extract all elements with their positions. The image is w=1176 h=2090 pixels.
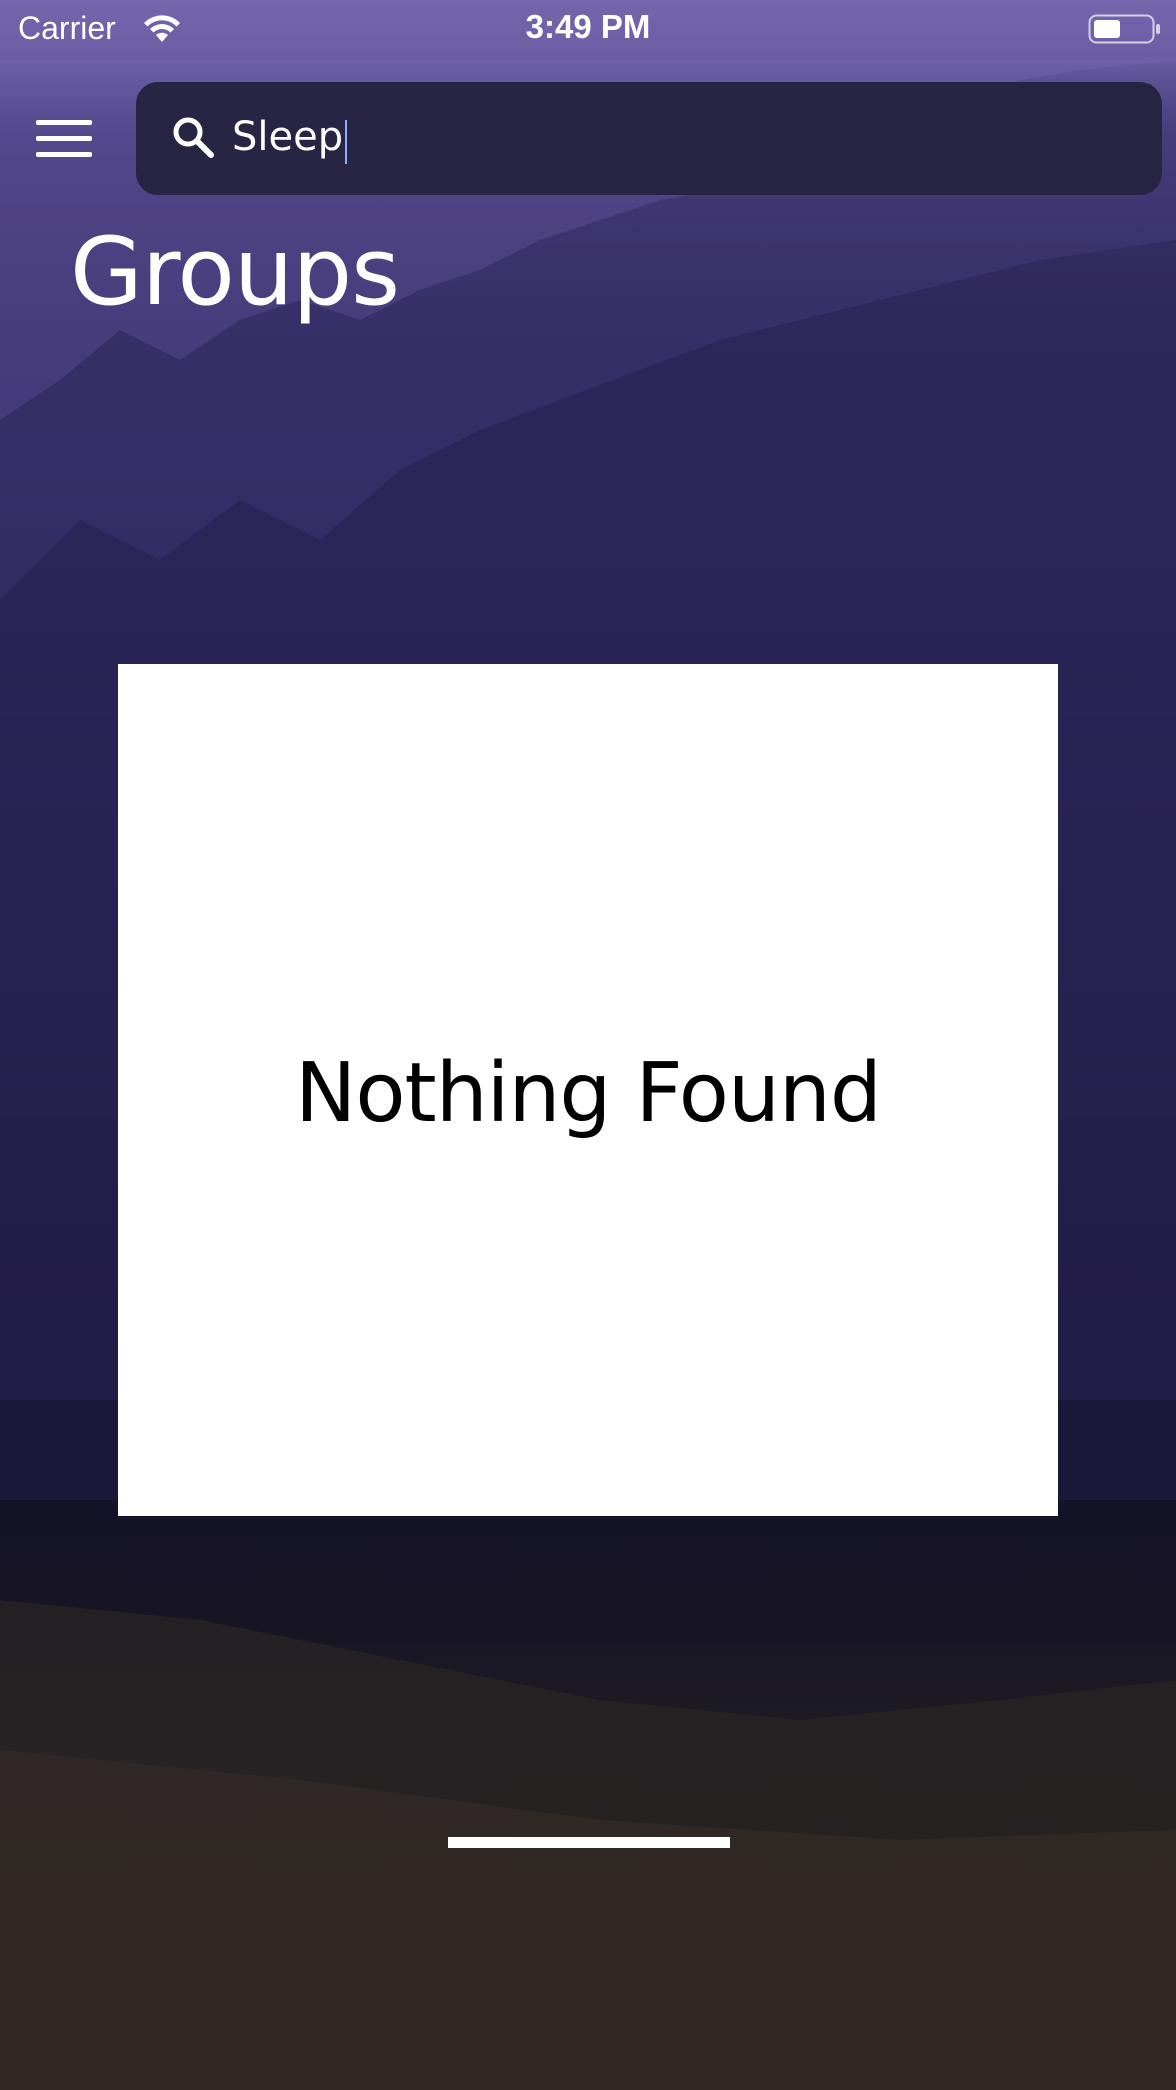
menu-line-middle [36,136,92,141]
status-bar: Carrier 3:49 PM [0,0,1176,60]
empty-results-message: Nothing Found [295,1046,882,1141]
menu-line-bottom [36,152,92,157]
page-title: Groups [70,218,400,327]
menu-line-top [36,120,92,125]
search-input[interactable] [232,104,1132,170]
hamburger-menu-button[interactable] [30,112,98,164]
battery-icon [1088,14,1160,44]
text-cursor [345,120,347,164]
status-time: 3:49 PM [525,8,651,45]
groups-screen: Carrier 3:49 PM Groups Nothing Found [0,0,1176,2090]
empty-results-card: Nothing Found [118,664,1058,1516]
home-indicator[interactable] [448,1837,730,1848]
search-bar[interactable] [136,82,1162,195]
search-icon [173,117,214,158]
